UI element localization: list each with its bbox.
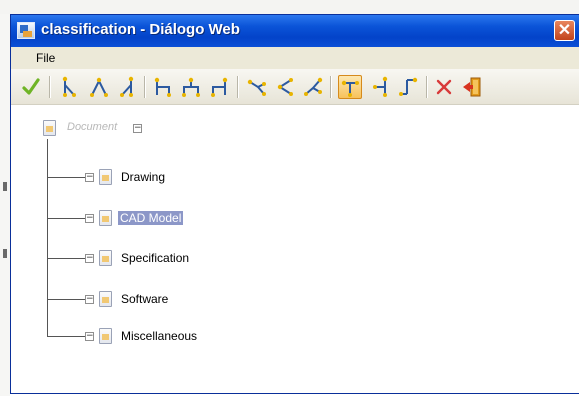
branch-left-icon[interactable]: [57, 75, 81, 99]
tree-node-software[interactable]: Software: [121, 292, 168, 306]
document-node-icon: [99, 250, 112, 266]
link-center-icon[interactable]: [273, 75, 297, 99]
tree-connector-vertical: [47, 139, 48, 336]
document-node-icon: [99, 210, 112, 226]
document-node-icon: [99, 291, 112, 307]
window-title: classification - Diálogo Web: [41, 21, 240, 38]
branch-right-icon[interactable]: [115, 75, 139, 99]
link-right-icon[interactable]: [301, 75, 325, 99]
tree-root-label[interactable]: Document: [67, 121, 117, 133]
close-button[interactable]: ✕: [554, 20, 575, 41]
app-icon: [17, 22, 35, 39]
tree-left-icon[interactable]: [369, 75, 393, 99]
tree-connector: [47, 177, 85, 178]
tree-right-icon[interactable]: [397, 75, 421, 99]
tree-node-specification[interactable]: Specification: [121, 251, 189, 265]
confirm-check-icon[interactable]: [19, 75, 43, 99]
bracket-center-icon[interactable]: [179, 75, 203, 99]
bracket-left-icon[interactable]: [151, 75, 175, 99]
node-collapse-toggle[interactable]: −: [85, 254, 94, 263]
node-collapse-toggle[interactable]: −: [85, 332, 94, 341]
node-collapse-toggle[interactable]: −: [85, 295, 94, 304]
tree-connector: [47, 299, 85, 300]
title-bar[interactable]: classification - Diálogo Web ✕: [11, 15, 579, 47]
bracket-right-icon[interactable]: [207, 75, 231, 99]
background-window-edge: [0, 14, 10, 396]
node-collapse-toggle[interactable]: −: [85, 214, 94, 223]
background-window-strip: [0, 0, 579, 14]
document-node-icon: [99, 169, 112, 185]
link-left-icon[interactable]: [245, 75, 269, 99]
tree-connector: [47, 336, 85, 337]
menu-file[interactable]: File: [36, 51, 55, 65]
node-collapse-toggle[interactable]: −: [85, 173, 94, 182]
exit-door-icon[interactable]: [460, 75, 484, 99]
tree-connector: [47, 258, 85, 259]
dialog-window: classification - Diálogo Web ✕ File Docu…: [10, 14, 579, 394]
delete-x-icon[interactable]: [432, 75, 456, 99]
toolbar: [11, 69, 579, 105]
root-collapse-toggle[interactable]: −: [133, 124, 142, 133]
branch-center-icon[interactable]: [87, 75, 111, 99]
classification-tree: Document − − Drawing − CAD Model − Speci…: [11, 105, 579, 395]
tree-connector: [47, 218, 85, 219]
document-node-icon: [43, 120, 56, 136]
tree-node-cad-model[interactable]: CAD Model: [118, 211, 184, 225]
tree-node-drawing[interactable]: Drawing: [121, 170, 165, 184]
tree-node-miscellaneous[interactable]: Miscellaneous: [121, 329, 197, 343]
document-node-icon: [99, 328, 112, 344]
menu-bar: File: [11, 47, 579, 69]
tree-down-icon[interactable]: [338, 75, 362, 99]
